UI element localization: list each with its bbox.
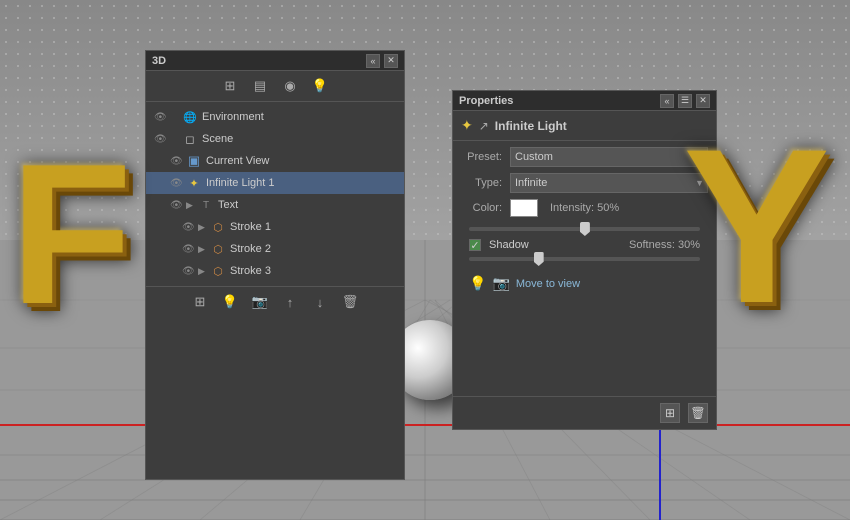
preset-select[interactable]: Custom Default Warm Cool Neutral	[510, 147, 708, 167]
panel-properties: Properties « ☰ ✕ ✦ ↗ Infinite Light Pres…	[452, 90, 717, 430]
move-icon-2: 📷	[492, 275, 509, 292]
light-type-icon: ↗	[479, 119, 489, 133]
gold-letter-left: F	[10, 120, 132, 350]
bottom-trash-icon[interactable]: 🗑	[341, 293, 359, 311]
preset-row: Preset: Custom Default Warm Cool Neutral…	[461, 147, 708, 167]
intensity-slider-container	[461, 223, 708, 239]
move-to-view-label[interactable]: Move to view	[516, 278, 580, 290]
eye-icon-stroke-1[interactable]: 👁	[182, 222, 196, 233]
shadow-row: ✓ Shadow Softness: 30%	[461, 239, 708, 251]
intensity-label: Intensity: 50%	[550, 202, 619, 214]
stroke1-icon: ⬡	[210, 219, 226, 235]
sun-icon: ✦	[186, 175, 202, 191]
eye-icon-current-view[interactable]: 👁	[170, 156, 184, 167]
expand-stroke-1[interactable]: ▶	[198, 222, 208, 233]
color-row: Color: Intensity: 50%	[461, 199, 708, 217]
bottom-camera-icon[interactable]: 📷	[251, 293, 269, 311]
stroke2-icon: ⬡	[210, 241, 226, 257]
shadow-checkbox[interactable]: ✓	[469, 239, 481, 251]
bottom-arrow-up-icon[interactable]: ↑	[281, 293, 299, 311]
move-icon-1: 💡	[469, 275, 486, 292]
eye-icon-stroke-3[interactable]: 👁	[182, 266, 196, 277]
label-scene: Scene	[202, 133, 233, 145]
tree-item-stroke-3[interactable]: 👁 ▶ ⬡ Stroke 3	[146, 260, 404, 282]
eye-icon-environment[interactable]: 👁	[154, 112, 168, 123]
toolbar-grid-icon[interactable]: ⊞	[221, 77, 239, 95]
preset-label: Preset:	[461, 151, 506, 163]
move-to-view-row: 💡 📷 Move to view	[461, 269, 708, 298]
tree-item-environment[interactable]: 👁 🌐 Environment	[146, 106, 404, 128]
type-label: Type:	[461, 177, 506, 189]
eye-icon-infinite-light[interactable]: 👁	[170, 178, 184, 189]
props-collapse-btn[interactable]: «	[660, 94, 674, 108]
eye-icon-text[interactable]: 👁	[170, 200, 184, 211]
tree-item-current-view[interactable]: 👁 ▣ Current View	[146, 150, 404, 172]
bottom-bulb-icon[interactable]: 💡	[221, 293, 239, 311]
stroke3-icon: ⬡	[210, 263, 226, 279]
props-footer: ⊞ 🗑	[453, 396, 716, 429]
panel-close-btn[interactable]: ✕	[384, 54, 398, 68]
tree-item-stroke-1[interactable]: 👁 ▶ ⬡ Stroke 1	[146, 216, 404, 238]
tree-item-infinite-light-1[interactable]: 👁 ✦ Infinite Light 1	[146, 172, 404, 194]
expand-stroke-2[interactable]: ▶	[198, 244, 208, 255]
softness-slider-thumb[interactable]	[534, 252, 544, 266]
toolbar-bulb-icon[interactable]: 💡	[311, 77, 329, 95]
preset-select-wrapper: Custom Default Warm Cool Neutral ▼	[510, 147, 708, 167]
shadow-label: Shadow	[489, 239, 529, 251]
panel-collapse-btn[interactable]: «	[366, 54, 380, 68]
props-body: Preset: Custom Default Warm Cool Neutral…	[453, 141, 716, 304]
expand-stroke-3[interactable]: ▶	[198, 266, 208, 277]
panel-3d-header: 3D « ✕	[146, 51, 404, 71]
panel-3d-title: 3D	[152, 55, 166, 67]
gold-letter-right: Y	[683, 100, 830, 353]
color-label: Color:	[461, 202, 506, 214]
label-infinite-light-1: Infinite Light 1	[206, 177, 275, 189]
tree-item-text[interactable]: 👁 ▶ T Text	[146, 194, 404, 216]
label-stroke-1: Stroke 1	[230, 221, 271, 233]
eye-icon-stroke-2[interactable]: 👁	[182, 244, 196, 255]
tree-item-scene[interactable]: 👁 ◻ Scene	[146, 128, 404, 150]
color-swatch[interactable]	[510, 199, 538, 217]
bottom-arrow-down-icon[interactable]: ↓	[311, 293, 329, 311]
intensity-slider-track[interactable]	[469, 227, 700, 231]
panel-3d-toolbar: ⊞ ▤ ◉ 💡	[146, 71, 404, 102]
type-row: Type: Infinite Spot Point Image Based ▼	[461, 173, 708, 193]
label-stroke-3: Stroke 3	[230, 265, 271, 277]
scene-icon: ◻	[182, 131, 198, 147]
expand-text[interactable]: ▶	[186, 200, 196, 211]
scene-tree: 👁 🌐 Environment 👁 ◻ Scene 👁 ▣ Current Vi…	[146, 102, 404, 286]
env-icon: 🌐	[182, 109, 198, 125]
type-select-wrapper: Infinite Spot Point Image Based ▼	[510, 173, 708, 193]
light-sun-icon: ✦	[461, 117, 473, 134]
bottom-grid-icon[interactable]: ⊞	[191, 293, 209, 311]
footer-icon-1[interactable]: ⊞	[660, 403, 680, 423]
label-stroke-2: Stroke 2	[230, 243, 271, 255]
footer-trash-icon[interactable]: 🗑	[688, 403, 708, 423]
panel-props-title: Properties	[459, 95, 513, 107]
text-icon: T	[198, 197, 214, 213]
label-current-view: Current View	[206, 155, 269, 167]
label-environment: Environment	[202, 111, 264, 123]
intensity-slider-thumb[interactable]	[580, 222, 590, 236]
toolbar-sphere-icon[interactable]: ◉	[281, 77, 299, 95]
tree-item-stroke-2[interactable]: 👁 ▶ ⬡ Stroke 2	[146, 238, 404, 260]
panel-3d: 3D « ✕ ⊞ ▤ ◉ 💡 👁 🌐 Environment 👁 ◻ Scene…	[145, 50, 405, 480]
label-text: Text	[218, 199, 238, 211]
props-light-header: ✦ ↗ Infinite Light	[453, 111, 716, 141]
softness-slider-track[interactable]	[469, 257, 700, 261]
softness-slider-container	[461, 253, 708, 269]
panel-props-header: Properties « ☰ ✕	[453, 91, 716, 111]
panel-3d-bottom-toolbar: ⊞ 💡 📷 ↑ ↓ 🗑	[146, 286, 404, 317]
camera-icon: ▣	[186, 153, 202, 169]
type-select[interactable]: Infinite Spot Point Image Based	[510, 173, 708, 193]
eye-icon-scene[interactable]: 👁	[154, 134, 168, 145]
props-light-title: Infinite Light	[495, 119, 567, 133]
toolbar-table-icon[interactable]: ▤	[251, 77, 269, 95]
panel-3d-controls: « ✕	[366, 54, 398, 68]
